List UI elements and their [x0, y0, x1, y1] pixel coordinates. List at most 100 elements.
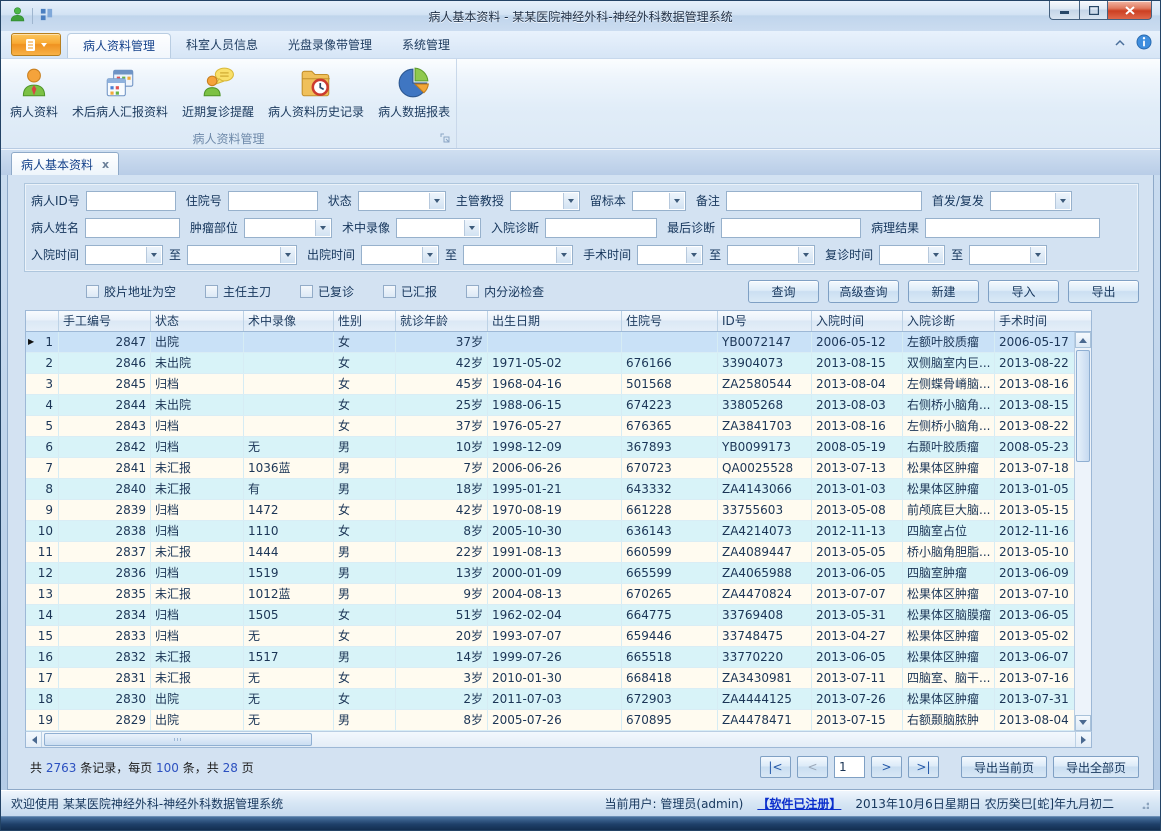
checkbox-box[interactable]: [383, 285, 396, 298]
table-row[interactable]: 10 2838 归档 1110 女 8岁 2005-10-30 636143 Z…: [26, 521, 1074, 542]
checkbox-box[interactable]: [205, 285, 218, 298]
patient-name-input[interactable]: [85, 218, 180, 238]
table-row[interactable]: 11 2837 未汇报 1444 男 22岁 1991-08-13 660599…: [26, 542, 1074, 563]
export-current-page-button[interactable]: 导出当前页: [961, 756, 1047, 778]
table-row[interactable]: 8 2840 未汇报 有 男 18岁 1995-01-21 643332 ZA4…: [26, 479, 1074, 500]
column-header-surgery-date[interactable]: 手术时间: [995, 311, 1091, 331]
page-number-input[interactable]: [834, 756, 865, 778]
app-menu-button[interactable]: [11, 33, 61, 56]
close-button[interactable]: [1107, 1, 1152, 20]
checkbox-box[interactable]: [86, 285, 99, 298]
chevron-down-icon[interactable]: [686, 247, 701, 263]
checkbox-box[interactable]: [300, 285, 313, 298]
scroll-up-button[interactable]: [1075, 332, 1091, 348]
scroll-left-button[interactable]: [26, 732, 42, 747]
table-row[interactable]: 7 2841 未汇报 1036蓝 男 7岁 2006-06-26 670723 …: [26, 458, 1074, 479]
help-button[interactable]: [1136, 34, 1152, 53]
ribbon-button-postop-report-data[interactable]: 术后病人汇报资料: [65, 62, 175, 122]
inpatient-no-input[interactable]: [228, 191, 318, 211]
checkbox-box[interactable]: [466, 285, 479, 298]
next-page-button[interactable]: >: [871, 756, 902, 778]
table-row[interactable]: 2 2846 未出院 女 42岁 1971-05-02 676166 33904…: [26, 353, 1074, 374]
final-diagnosis-input[interactable]: [721, 218, 861, 238]
remark-input[interactable]: [726, 191, 922, 211]
ribbon-button-patient-data[interactable]: 病人资料: [3, 62, 65, 122]
chevron-down-icon[interactable]: [669, 193, 684, 209]
ribbon-button-revisit-reminder[interactable]: 近期复诊提醒: [175, 62, 261, 122]
video-combo[interactable]: [396, 218, 481, 238]
filter-checkbox[interactable]: 已复诊: [300, 283, 354, 300]
query-button[interactable]: 查询: [748, 280, 819, 303]
admit-time-to-combo[interactable]: [187, 245, 297, 265]
last-page-button[interactable]: >|: [908, 756, 939, 778]
admit-diagnosis-input[interactable]: [545, 218, 657, 238]
table-row[interactable]: 19 2829 出院 无 男 8岁 2005-07-26 670895 ZA44…: [26, 710, 1074, 731]
tumor-site-combo[interactable]: [244, 218, 332, 238]
prev-page-button[interactable]: <: [797, 756, 828, 778]
table-row[interactable]: 16 2832 未汇报 1517 男 14岁 1999-07-26 665518…: [26, 647, 1074, 668]
table-row[interactable]: 9 2839 归档 1472 女 42岁 1970-08-19 661228 3…: [26, 500, 1074, 521]
specimen-combo[interactable]: [632, 191, 686, 211]
chevron-down-icon[interactable]: [928, 247, 943, 263]
export-button[interactable]: 导出: [1068, 280, 1139, 303]
filter-checkbox[interactable]: 主任主刀: [205, 283, 271, 300]
chevron-down-icon[interactable]: [146, 247, 161, 263]
table-row[interactable]: 12 2836 归档 1519 男 13岁 2000-01-09 665599 …: [26, 563, 1074, 584]
tab-patient-data-management[interactable]: 病人资料管理: [67, 33, 171, 58]
tab-disc-video-management[interactable]: 光盘录像带管理: [273, 33, 387, 58]
table-row[interactable]: 4 2844 未出院 女 25岁 1988-06-15 674223 33805…: [26, 395, 1074, 416]
column-header-status[interactable]: 状态: [151, 311, 244, 331]
filter-checkbox[interactable]: 胶片地址为空: [86, 283, 176, 300]
table-row[interactable]: ▶1 2847 出院 女 37岁 YB0072147 2006-05-12 左额…: [26, 332, 1074, 353]
column-header-age[interactable]: 就诊年龄: [396, 311, 488, 331]
revisit-time-from-combo[interactable]: [879, 245, 945, 265]
table-row[interactable]: 3 2845 归档 女 45岁 1968-04-16 501568 ZA2580…: [26, 374, 1074, 395]
column-header-video[interactable]: 术中录像: [244, 311, 334, 331]
new-button[interactable]: 新建: [908, 280, 979, 303]
horizontal-scrollbar-thumb[interactable]: [44, 733, 312, 746]
table-row[interactable]: 13 2835 未汇报 1012蓝 男 9岁 2004-08-13 670265…: [26, 584, 1074, 605]
table-row[interactable]: 15 2833 归档 无 女 20岁 1993-07-07 659446 337…: [26, 626, 1074, 647]
registered-link[interactable]: 【软件已注册】: [757, 795, 841, 812]
advanced-query-button[interactable]: 高级查询: [828, 280, 899, 303]
filter-checkbox[interactable]: 已汇报: [383, 283, 437, 300]
vertical-scrollbar-thumb[interactable]: [1076, 350, 1090, 462]
scroll-right-button[interactable]: [1075, 732, 1091, 747]
discharge-time-to-combo[interactable]: [463, 245, 573, 265]
ribbon-button-patient-report[interactable]: 病人数据报表: [371, 62, 457, 122]
chevron-down-icon[interactable]: [429, 193, 444, 209]
import-button[interactable]: 导入: [988, 280, 1059, 303]
column-header-diagnosis[interactable]: 入院诊断: [903, 311, 995, 331]
minimize-button[interactable]: [1049, 1, 1079, 20]
maximize-button[interactable]: [1079, 1, 1107, 20]
patient-id-input[interactable]: [86, 191, 176, 211]
table-row[interactable]: 17 2831 未汇报 无 女 3岁 2010-01-30 668418 ZA3…: [26, 668, 1074, 689]
pathology-input[interactable]: [925, 218, 1100, 238]
tab-system-management[interactable]: 系统管理: [387, 33, 465, 58]
column-header-admit-date[interactable]: 入院时间: [812, 311, 903, 331]
surgery-time-from-combo[interactable]: [637, 245, 703, 265]
dialog-launcher-icon[interactable]: [440, 133, 452, 145]
scroll-down-button[interactable]: [1075, 715, 1091, 731]
horizontal-scrollbar[interactable]: [25, 731, 1092, 748]
column-header-birth-date[interactable]: 出生日期: [488, 311, 622, 331]
column-header-gender[interactable]: 性别: [334, 311, 396, 331]
tab-department-staff-info[interactable]: 科室人员信息: [171, 33, 273, 58]
column-header-manual-no[interactable]: 手工编号: [59, 311, 151, 331]
first-page-button[interactable]: |<: [760, 756, 791, 778]
chevron-down-icon[interactable]: [1030, 247, 1045, 263]
chevron-down-icon[interactable]: [563, 193, 578, 209]
vertical-scrollbar[interactable]: [1074, 332, 1091, 731]
revisit-time-to-combo[interactable]: [969, 245, 1047, 265]
column-header-inpatient-no[interactable]: 住院号: [622, 311, 718, 331]
chevron-down-icon[interactable]: [315, 220, 330, 236]
app-icon[interactable]: [9, 6, 26, 26]
status-combo[interactable]: [358, 191, 446, 211]
chevron-down-icon[interactable]: [1055, 193, 1070, 209]
table-row[interactable]: 14 2834 归档 1505 女 51岁 1962-02-04 664775 …: [26, 605, 1074, 626]
chevron-down-icon[interactable]: [464, 220, 479, 236]
tab-close-icon[interactable]: x: [102, 159, 109, 170]
ribbon-button-patient-history[interactable]: 病人资料历史记录: [261, 62, 371, 122]
table-row[interactable]: 5 2843 归档 女 37岁 1976-05-27 676365 ZA3841…: [26, 416, 1074, 437]
document-tab-patient-basic-info[interactable]: 病人基本资料 x: [11, 152, 119, 175]
